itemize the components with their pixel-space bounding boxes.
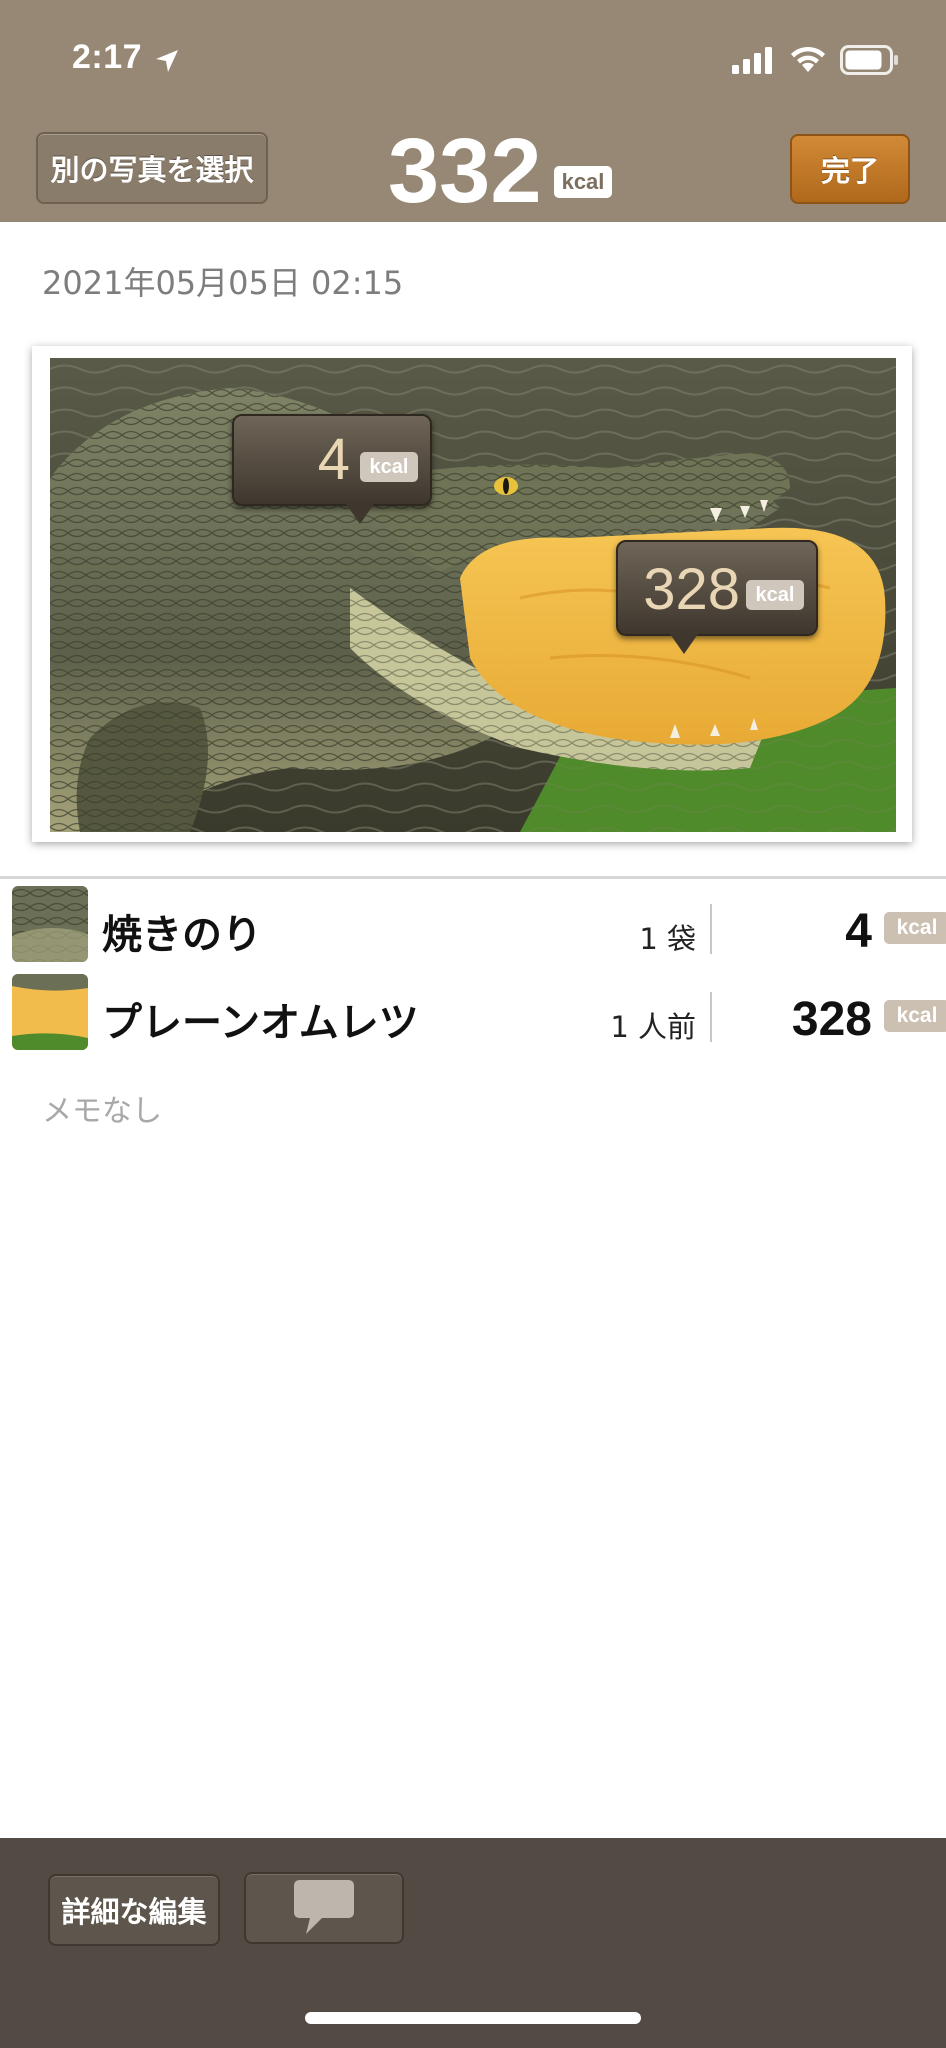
choose-another-photo-button[interactable]: 別の写真を選択 [36,132,268,204]
callout-kcal-unit: kcal [360,452,418,482]
column-divider [710,904,712,954]
memo-text[interactable]: メモなし [42,1086,162,1130]
nori-kcal-callout[interactable]: 4 kcal [232,414,432,524]
comment-button[interactable] [244,1872,404,1944]
kcal-unit-badge: kcal [884,912,946,944]
food-quantity[interactable]: 1 袋 [639,916,696,958]
omelet-kcal-callout[interactable]: 328 kcal [616,540,818,654]
status-time: 2:17 [72,38,143,76]
column-divider [710,992,712,1042]
callout-kcal-unit: kcal [746,580,804,610]
battery-icon [840,45,898,75]
total-kcal-unit: kcal [554,166,612,198]
food-name: プレーンオムレツ [102,1000,419,1046]
detailed-edit-button[interactable]: 詳細な編集 [48,1874,220,1946]
food-quantity[interactable]: 1 人前 [610,1004,696,1046]
list-divider [0,876,946,879]
navigation-bar: 2:17 別の写真を選択 332 kcal 完了 [0,0,946,222]
food-kcal: 328 [791,993,872,1046]
callout-kcal-value: 4 [317,427,350,492]
total-kcal-value: 332 [388,120,542,222]
wifi-icon [791,46,825,72]
food-thumbnail [12,886,88,962]
food-name: 焼きのり [102,912,262,958]
speech-bubble-icon [294,1880,354,1934]
location-arrow-icon [156,50,178,72]
callout-pointer [346,504,374,524]
done-button[interactable]: 完了 [790,134,910,204]
food-kcal: 4 [845,905,872,958]
food-thumbnail [12,974,88,1050]
cellular-signal-icon [732,47,772,74]
home-indicator [305,2012,641,2024]
food-row-omelet[interactable]: プレーンオムレツ 1 人前 328 kcal [0,970,946,1056]
meal-datetime[interactable]: 2021年05月05日 02:15 [42,258,403,304]
callout-kcal-value: 328 [643,557,740,622]
kcal-unit-badge: kcal [884,1000,946,1032]
food-row-nori[interactable]: 焼きのり 1 袋 4 kcal [0,882,946,968]
callout-pointer [670,634,698,654]
